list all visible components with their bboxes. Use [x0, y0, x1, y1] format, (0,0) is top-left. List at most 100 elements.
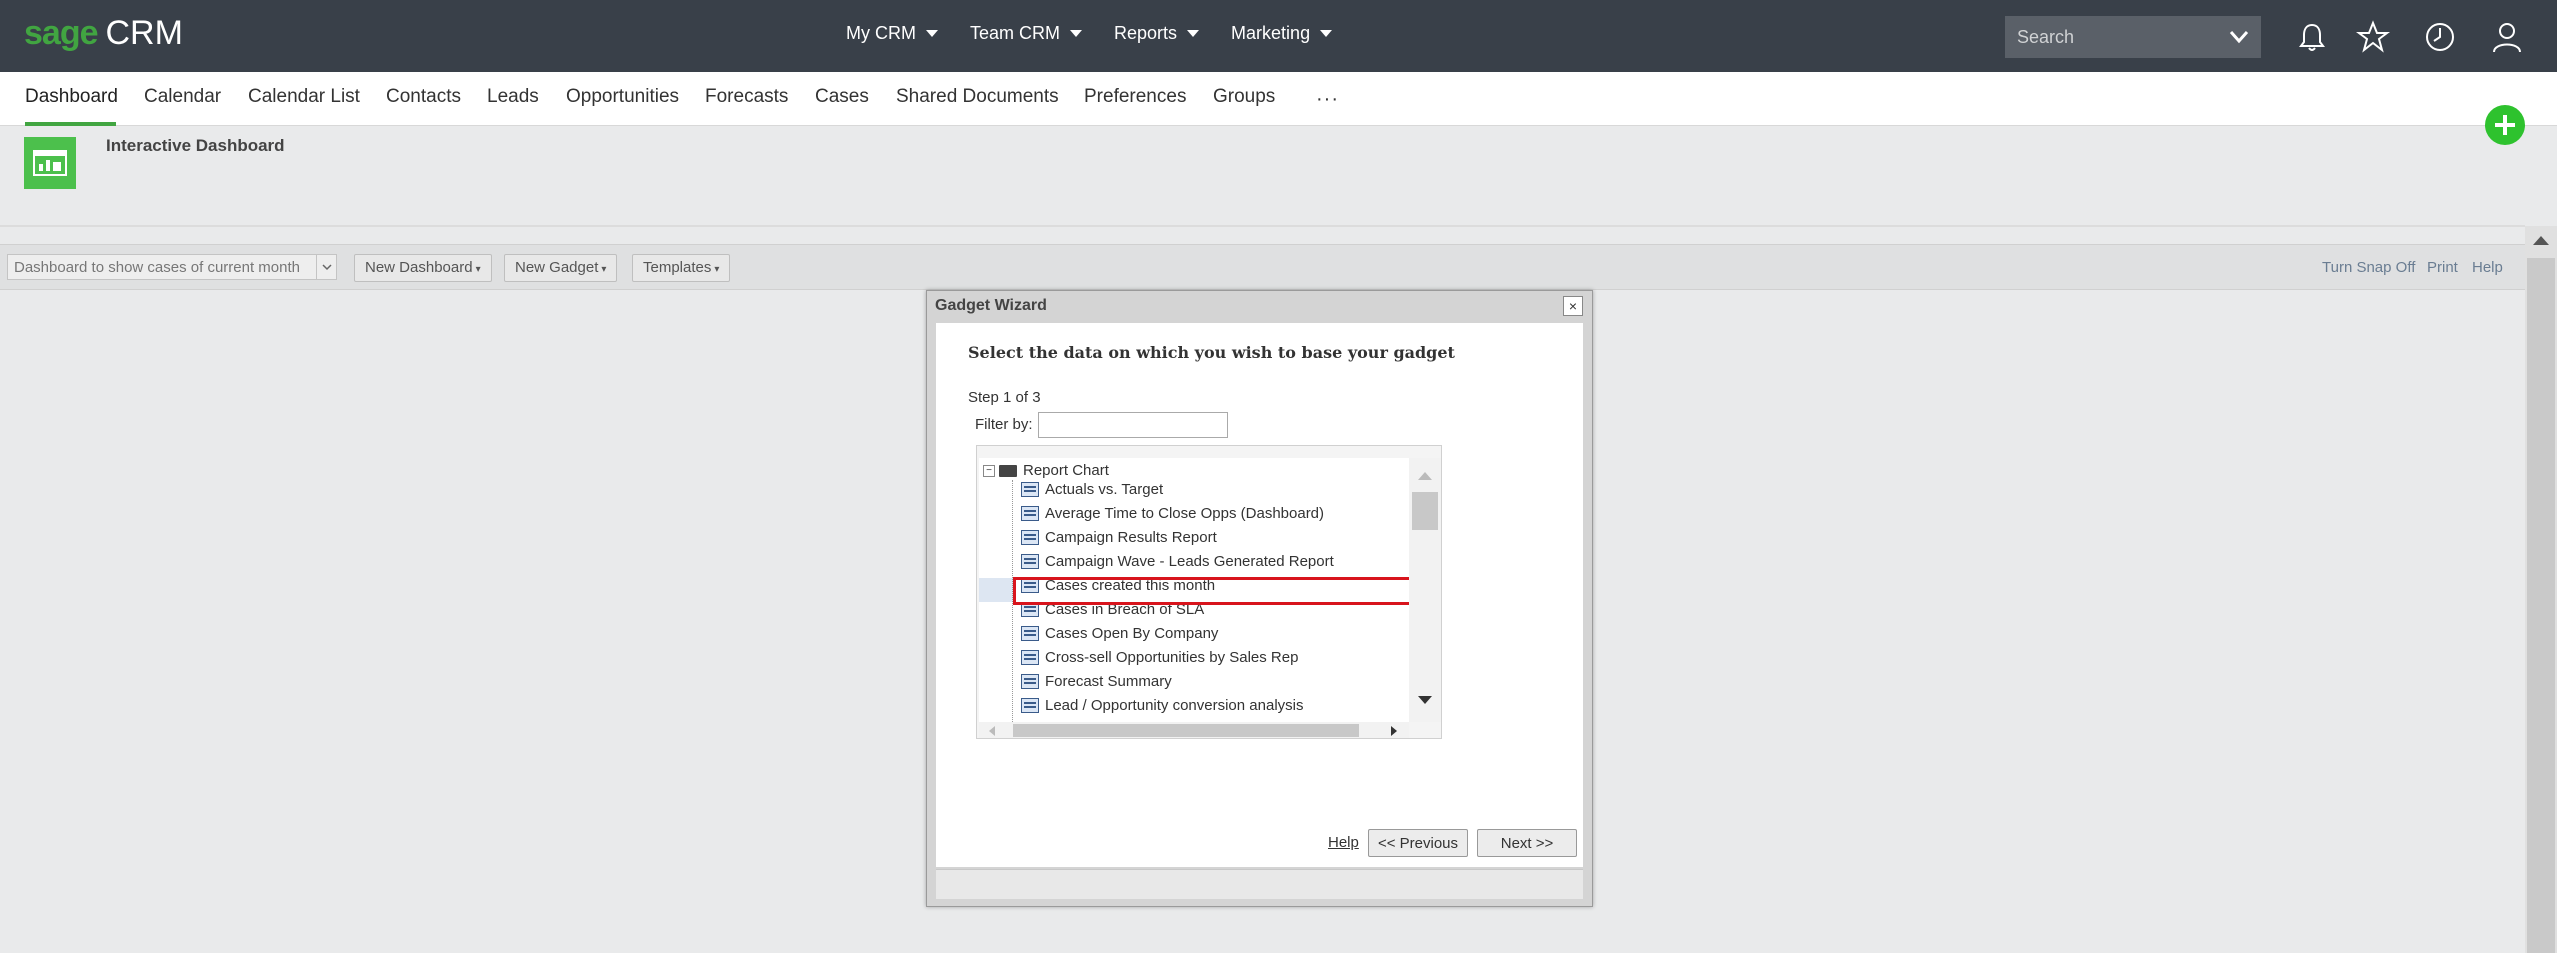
- scrollbar-thumb[interactable]: [2527, 258, 2555, 953]
- selection-band: [979, 578, 1015, 602]
- scroll-up-icon[interactable]: [2533, 236, 2549, 245]
- turn-snap-off-link[interactable]: Turn Snap Off: [2322, 259, 2415, 276]
- new-dashboard-button[interactable]: New Dashboard ▾: [354, 254, 492, 282]
- selection-highlight: [1013, 577, 1413, 605]
- scrollbar-thumb[interactable]: [1412, 492, 1438, 530]
- tab-leads[interactable]: Leads: [487, 86, 539, 108]
- new-gadget-button[interactable]: New Gadget ▾: [504, 254, 618, 282]
- topnav-marketing[interactable]: Marketing: [1231, 23, 1333, 44]
- active-tab-indicator: [25, 122, 116, 126]
- tree-item-label: Campaign Wave - Leads Generated Report: [1045, 552, 1334, 570]
- chevron-down-icon[interactable]: [316, 255, 336, 279]
- scroll-up-icon[interactable]: [1418, 472, 1432, 480]
- report-icon: [1021, 625, 1039, 641]
- dropdown-arrow-icon: ▾: [475, 264, 481, 275]
- dropdown-arrow-icon: ▾: [601, 264, 607, 275]
- report-icon: [1021, 529, 1039, 545]
- report-icon: [1021, 505, 1039, 521]
- tab-shared-documents[interactable]: Shared Documents: [896, 86, 1059, 108]
- dialog-footer: [936, 869, 1583, 899]
- tree-item-label: Campaign Results Report: [1045, 528, 1217, 546]
- page-scrollbar[interactable]: [2525, 226, 2557, 953]
- topnav-reports[interactable]: Reports: [1114, 23, 1200, 44]
- tree-item-label: Cross-sell Opportunities by Sales Rep: [1045, 648, 1299, 666]
- tree-viewport: − Report Chart Actuals vs. Target Averag…: [979, 458, 1413, 722]
- tab-opportunities[interactable]: Opportunities: [566, 86, 679, 108]
- page-title: Interactive Dashboard: [106, 136, 285, 155]
- dashboard-icon: [24, 137, 76, 189]
- help-link[interactable]: Help: [2472, 259, 2503, 276]
- plus-icon: [2495, 115, 2515, 135]
- print-link[interactable]: Print: [2427, 259, 2458, 276]
- tree-item[interactable]: Average Time to Close Opps (Dashboard): [1021, 502, 1324, 524]
- secondary-nav: Dashboard Calendar Calendar List Contact…: [0, 72, 2557, 126]
- tree-item[interactable]: Cross-sell Opportunities by Sales Rep: [1021, 646, 1298, 668]
- tree-item-label: Actuals vs. Target: [1045, 480, 1164, 498]
- tab-contacts[interactable]: Contacts: [386, 86, 461, 108]
- tree-root-node[interactable]: − Report Chart: [983, 462, 1109, 479]
- tree-item[interactable]: Cases Open By Company: [1021, 622, 1218, 644]
- logo-brand: sage: [24, 14, 98, 52]
- tab-groups[interactable]: Groups: [1213, 86, 1275, 108]
- new-dashboard-label: New Dashboard: [365, 259, 473, 276]
- scroll-right-icon[interactable]: [1391, 726, 1397, 736]
- scroll-left-icon[interactable]: [989, 726, 995, 736]
- tab-cases[interactable]: Cases: [815, 86, 869, 108]
- tree-horizontal-scrollbar[interactable]: [979, 722, 1409, 738]
- chevron-down-icon[interactable]: [2229, 28, 2249, 46]
- top-bar: sage CRM My CRM Team CRM Reports Marketi…: [0, 0, 2557, 72]
- collapse-icon[interactable]: −: [983, 464, 995, 477]
- tree-item-label: Forecast Summary: [1045, 672, 1172, 690]
- more-menu-button[interactable]: ···: [1316, 88, 1339, 111]
- topnav-team-crm[interactable]: Team CRM: [970, 23, 1083, 44]
- caret-down-icon: [1320, 30, 1333, 37]
- tab-forecasts[interactable]: Forecasts: [705, 86, 788, 108]
- report-icon: [1021, 481, 1039, 497]
- wizard-help-link[interactable]: Help: [1328, 834, 1359, 851]
- clock-icon[interactable]: [2423, 20, 2457, 54]
- report-tree: − Report Chart Actuals vs. Target Averag…: [976, 445, 1442, 739]
- star-icon[interactable]: [2356, 20, 2390, 54]
- templates-label: Templates: [643, 259, 712, 276]
- tab-preferences[interactable]: Preferences: [1084, 86, 1186, 108]
- dialog-heading: Select the data on which you wish to bas…: [968, 343, 1455, 362]
- close-icon[interactable]: ×: [1563, 296, 1583, 316]
- tree-item-label: Average Time to Close Opps (Dashboard): [1045, 504, 1325, 522]
- templates-button[interactable]: Templates ▾: [632, 254, 731, 282]
- dashboard-select[interactable]: Dashboard to show cases of current month: [7, 254, 337, 280]
- topnav-my-crm[interactable]: My CRM: [846, 23, 938, 44]
- new-gadget-label: New Gadget: [515, 259, 599, 276]
- folder-icon: [999, 464, 1017, 477]
- sage-crm-logo[interactable]: sage CRM: [24, 14, 183, 58]
- tree-item[interactable]: Actuals vs. Target: [1021, 478, 1163, 500]
- bell-icon[interactable]: [2295, 20, 2329, 54]
- gadget-wizard-dialog: Gadget Wizard × Select the data on which…: [926, 290, 1593, 907]
- tree-item-label: Cases Open By Company: [1045, 624, 1219, 642]
- dialog-body: Select the data on which you wish to bas…: [936, 323, 1583, 867]
- tree-item[interactable]: Lead / Opportunity conversion analysis: [1021, 694, 1303, 716]
- search-box: [2005, 16, 2261, 58]
- add-button[interactable]: [2485, 105, 2525, 145]
- tree-root-label: Report Chart: [1023, 462, 1109, 479]
- report-icon: [1021, 697, 1039, 713]
- scrollbar-thumb[interactable]: [1013, 724, 1359, 737]
- tree-item[interactable]: Campaign Wave - Leads Generated Report: [1021, 550, 1334, 572]
- tree-item[interactable]: Campaign Results Report: [1021, 526, 1217, 548]
- user-icon[interactable]: [2490, 20, 2524, 54]
- tree-vertical-scrollbar[interactable]: [1409, 458, 1441, 722]
- report-icon: [1021, 673, 1039, 689]
- tab-calendar[interactable]: Calendar: [144, 86, 221, 108]
- caret-down-icon: [1187, 30, 1200, 37]
- dashboard-toolbar: Dashboard to show cases of current month…: [0, 244, 2525, 290]
- previous-button[interactable]: << Previous: [1368, 829, 1468, 857]
- divider: [0, 225, 2525, 227]
- filter-input[interactable]: [1038, 412, 1228, 438]
- search-input[interactable]: [2017, 26, 2217, 48]
- next-button[interactable]: Next >>: [1477, 829, 1577, 857]
- tab-calendar-list[interactable]: Calendar List: [248, 86, 360, 108]
- caret-down-icon: [926, 30, 938, 37]
- tree-item-label: Lead / Opportunity conversion analysis: [1045, 696, 1304, 714]
- tree-item[interactable]: Forecast Summary: [1021, 670, 1172, 692]
- scroll-down-icon[interactable]: [1418, 696, 1432, 704]
- tab-dashboard[interactable]: Dashboard: [25, 86, 118, 108]
